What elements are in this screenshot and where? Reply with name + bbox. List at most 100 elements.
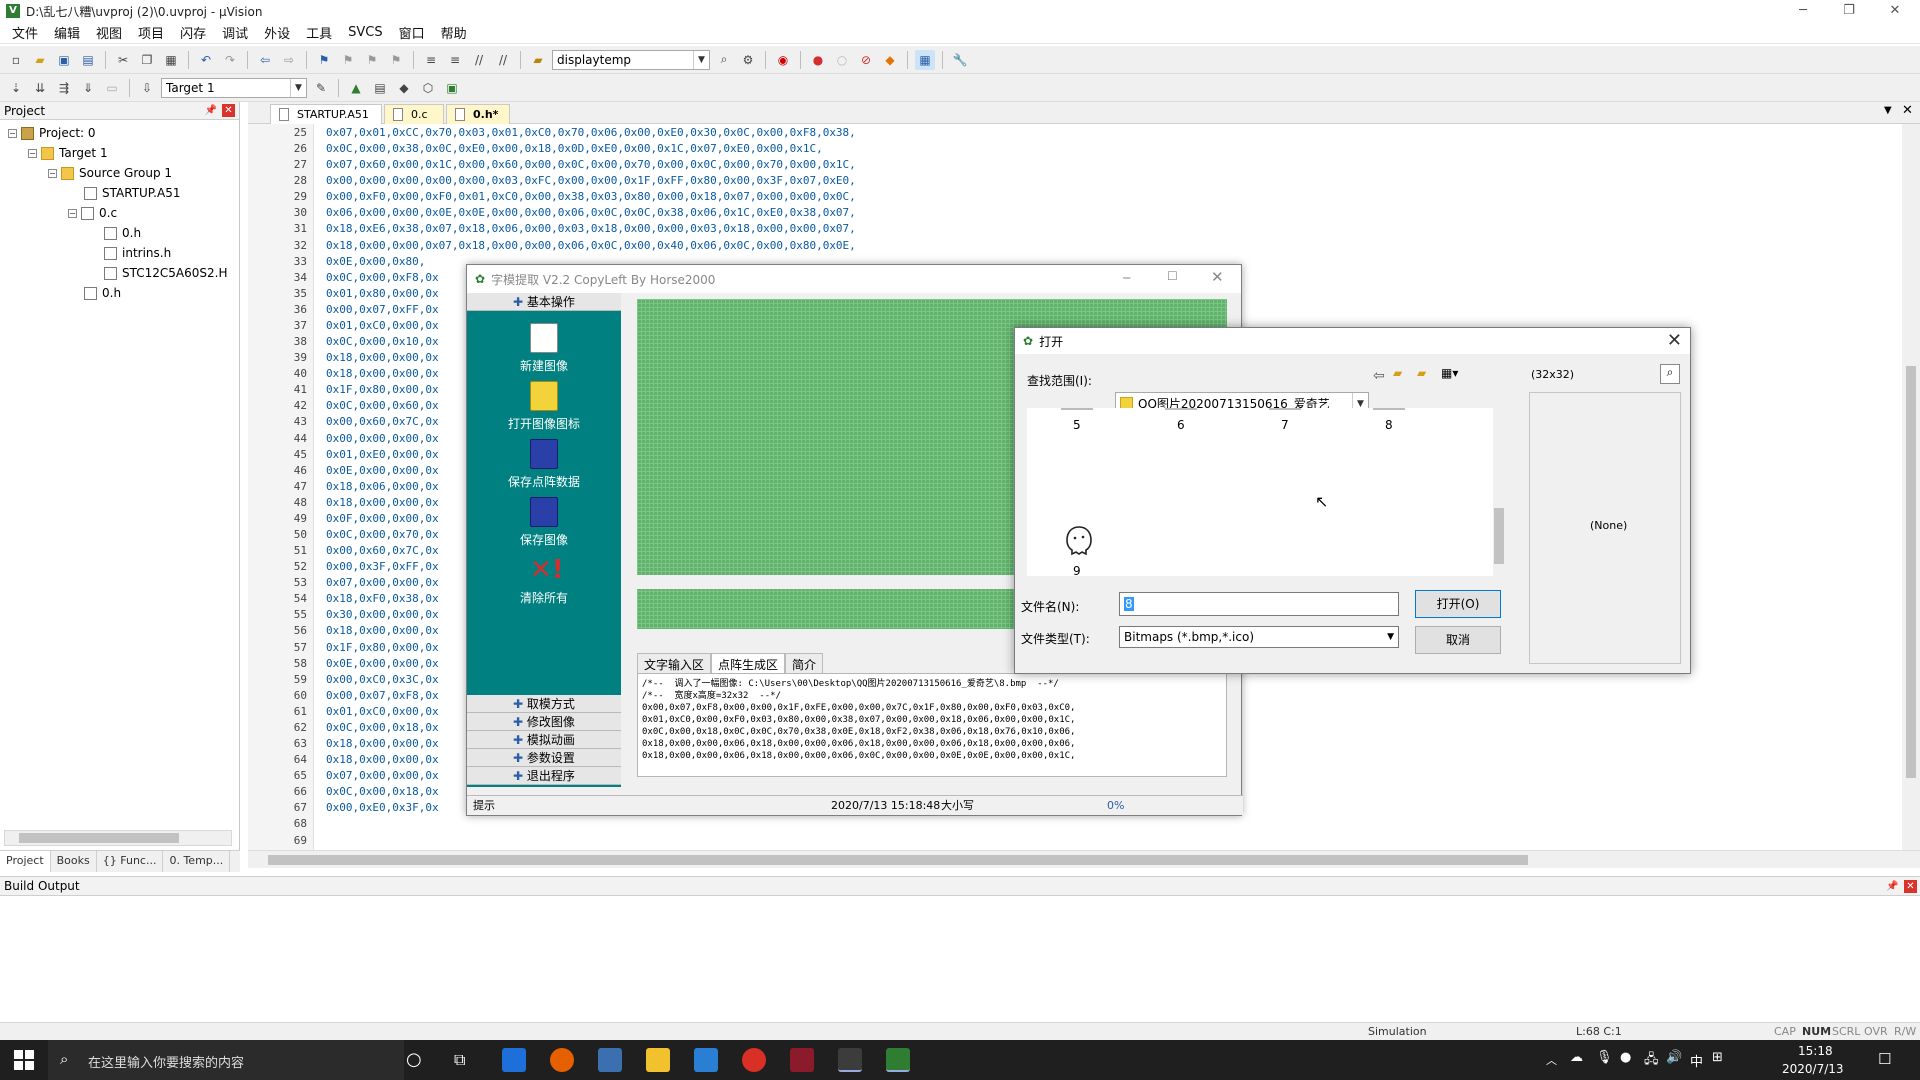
paste-icon[interactable]: ▦ <box>161 50 181 70</box>
menu-help[interactable]: 帮助 <box>433 23 475 42</box>
open-folder-icon[interactable]: ▰ <box>30 50 50 70</box>
code-line[interactable]: 0x0C,0x00,0x18,0x <box>326 785 439 798</box>
file-list[interactable]: 5 6 7 8 9 ↖ <box>1027 408 1505 578</box>
code-line[interactable]: 0x18,0x00,0x00,0x <box>326 367 439 380</box>
back-icon[interactable]: ⇦ <box>1373 368 1385 384</box>
restore-button[interactable]: ❐ <box>1826 0 1872 22</box>
tab-intro[interactable]: 简介 <box>785 653 824 673</box>
notification-icon[interactable]: ☐ <box>1878 1050 1891 1068</box>
bookmark-next-icon[interactable]: ⚑ <box>362 50 382 70</box>
collapse-icon[interactable]: − <box>48 168 57 178</box>
ime-mode-icon[interactable]: ⊞ <box>1712 1050 1723 1065</box>
code-line[interactable]: 0x07,0x00,0x00,0x <box>326 769 439 782</box>
pin-icon[interactable]: 📌 <box>205 102 217 120</box>
clock-date[interactable]: 2020/7/13 <box>1782 1062 1844 1076</box>
scrollbar-thumb[interactable] <box>1494 508 1504 564</box>
close-icon[interactable]: ✕ <box>1904 880 1917 893</box>
copy-icon[interactable]: ❐ <box>137 50 157 70</box>
menu-window[interactable]: 窗口 <box>391 23 433 42</box>
tray-expand-icon[interactable]: ︿ <box>1546 1052 1557 1068</box>
code-line[interactable]: 0x01,0xE0,0x00,0x <box>326 448 439 461</box>
tab-templates[interactable]: 0. Temp... <box>163 851 231 872</box>
tree-item-intrins[interactable]: intrins.h <box>104 244 171 262</box>
comment-icon[interactable]: // <box>469 50 489 70</box>
code-line[interactable]: 0x0E,0x00,0x80, <box>326 255 425 268</box>
zimo-taskbar-icon[interactable] <box>838 1048 862 1072</box>
code-line[interactable]: 0x00,0x60,0x7C,0x <box>326 415 439 428</box>
target-options-icon[interactable]: ✎ <box>311 78 331 98</box>
code-line[interactable]: 0x0C,0x00,0x18,0x <box>326 721 439 734</box>
code-line[interactable]: 0x00,0x07,0xF8,0x <box>326 689 439 702</box>
close-button[interactable]: ✕ <box>1872 0 1918 22</box>
code-line[interactable]: 0x0F,0x00,0x00,0x <box>326 512 439 525</box>
nav-back-icon[interactable]: ⇦ <box>255 50 275 70</box>
code-line[interactable]: 0x0C,0x00,0xF8,0x <box>326 271 439 284</box>
download-icon[interactable]: ⇩ <box>137 78 157 98</box>
tree-item-0h[interactable]: 0.h <box>84 284 121 302</box>
code-line[interactable]: 0x0E,0x00,0x00,0x <box>326 464 439 477</box>
code-line[interactable]: 0x00,0xC0,0x3C,0x <box>326 673 439 686</box>
code-line[interactable]: 0x0C,0x00,0x10,0x <box>326 335 439 348</box>
taskbar-search[interactable]: ⌕ 在这里输入你要搜索的内容 <box>48 1040 404 1080</box>
tab-dot-output[interactable]: 点阵生成区 <box>711 653 786 673</box>
tab-project[interactable]: Project <box>0 851 51 872</box>
edge-icon[interactable] <box>502 1048 526 1072</box>
chrome-icon[interactable] <box>742 1048 766 1072</box>
code-line[interactable]: 0x0C,0x00,0x38,0x0C,0xE0,0x00,0x18,0x0D,… <box>326 142 823 155</box>
close-button[interactable]: ✕ <box>1211 268 1224 286</box>
bookmark-prev-icon[interactable]: ⚑ <box>338 50 358 70</box>
close-icon[interactable]: ✕ <box>222 104 235 117</box>
code-line[interactable]: 0x00,0x00,0x00,0x00,0x00,0x03,0xFC,0x00,… <box>326 174 856 187</box>
code-line[interactable]: 0x07,0x01,0xCC,0x70,0x03,0x01,0xC0,0x70,… <box>326 126 856 139</box>
scrollbar-thumb[interactable] <box>19 833 179 843</box>
menu-flash[interactable]: 闪存 <box>172 23 214 42</box>
code-line[interactable]: 0x00,0x00,0x00,0x <box>326 432 439 445</box>
dot-output-text[interactable]: /*-- 调入了一幅图像: C:\Users\00\Desktop\QQ图片20… <box>637 673 1227 777</box>
maximize-button[interactable]: ☐ <box>1167 269 1178 283</box>
editor-hscroll[interactable] <box>248 850 1920 868</box>
translate-icon[interactable]: ⇣ <box>6 78 26 98</box>
store-icon[interactable] <box>598 1048 622 1072</box>
preview-zoom-icon[interactable]: ⌕ <box>1660 364 1680 384</box>
code-line[interactable]: 0x18,0x00,0x00,0x <box>326 351 439 364</box>
minimize-button[interactable]: ─ <box>1123 271 1130 285</box>
save-icon[interactable]: ▣ <box>54 50 74 70</box>
incremental-find-icon[interactable]: ⚙ <box>738 50 758 70</box>
new-folder-icon[interactable]: ▰ <box>1417 366 1426 380</box>
code-line[interactable]: 0x0C,0x00,0x60,0x <box>326 399 439 412</box>
menu-svcs[interactable]: SVCS <box>340 25 390 40</box>
file-item[interactable]: 8 <box>1385 418 1393 432</box>
select-packs-icon[interactable]: ◆ <box>394 78 414 98</box>
tab-0c[interactable]: 0.c <box>384 104 444 124</box>
cortana-icon[interactable]: ○ <box>406 1049 422 1070</box>
keil-taskbar-icon[interactable] <box>886 1048 910 1072</box>
volume-icon[interactable]: 🔊 <box>1666 1050 1682 1065</box>
open-image-button[interactable]: 打开图像图标 <box>467 381 621 432</box>
window-layout-icon[interactable]: ▦ <box>915 49 935 70</box>
open-button[interactable]: 打开(O) <box>1415 590 1501 618</box>
task-view-icon[interactable]: ⧉ <box>454 1050 465 1070</box>
code-line[interactable]: 0x01,0x80,0x00,0x <box>326 287 439 300</box>
wechat-icon[interactable]: ● <box>1620 1050 1631 1065</box>
save-all-icon[interactable]: ▤ <box>78 50 98 70</box>
run-time-env-icon[interactable]: ▣ <box>442 78 462 98</box>
breakpoint-clear-icon[interactable]: ⊘ <box>856 50 876 70</box>
configure-icon[interactable]: 🔧 <box>950 50 970 70</box>
code-line[interactable]: 0x01,0xC0,0x00,0x <box>326 319 439 332</box>
code-line[interactable]: 0x0E,0x00,0x00,0x <box>326 657 439 670</box>
code-line[interactable]: 0x00,0xE0,0x3F,0x <box>326 801 439 814</box>
clear-all-button[interactable]: ✕! 清除所有 <box>467 555 621 606</box>
code-line[interactable]: 0x18,0x00,0x00,0x <box>326 496 439 509</box>
pin-icon[interactable]: 📌 <box>1886 877 1898 896</box>
rebuild-icon[interactable]: ⇶ <box>54 78 74 98</box>
unindent-icon[interactable]: ≡ <box>445 50 465 70</box>
cancel-button[interactable]: 取消 <box>1415 626 1501 654</box>
code-line[interactable]: 0x1F,0x80,0x00,0x <box>326 383 439 396</box>
menu-debug[interactable]: 调试 <box>214 23 256 42</box>
matlab-icon[interactable] <box>790 1048 814 1072</box>
close-editor-icon[interactable]: ✕ <box>1902 103 1913 118</box>
tree-item-0h-include[interactable]: 0.h <box>104 224 141 242</box>
ghost-thumb-icon[interactable] <box>1063 524 1095 556</box>
group-mode[interactable]: ✚ 取模方式 <box>467 695 621 713</box>
code-line[interactable]: 0x18,0xF0,0x38,0x <box>326 592 439 605</box>
